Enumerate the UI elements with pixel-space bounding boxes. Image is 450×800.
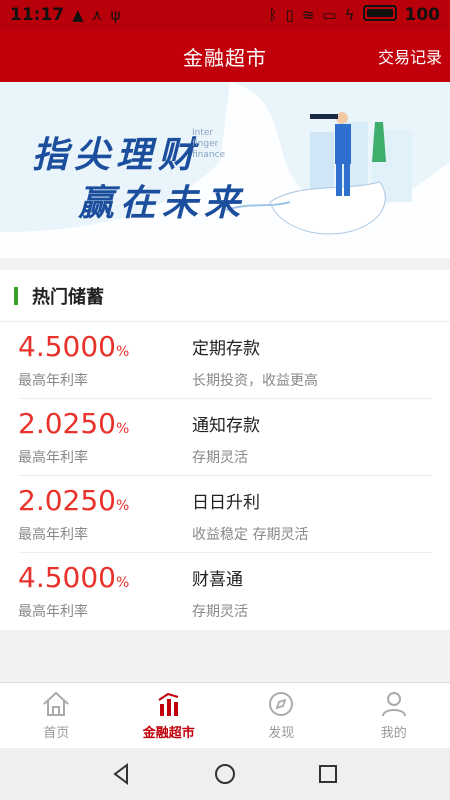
status-time: 11:17 [10,5,65,25]
finance-market-icon [158,692,179,716]
rate-label: 最高年利率 [18,373,88,389]
product-rate: 2.0250% [18,407,129,440]
rate-value: 2.0250 [18,407,116,440]
usb-icon: ψ [110,6,121,24]
rate-unit: % [115,575,130,591]
bluetooth-icon: ᛒ [268,6,278,24]
compass-icon [269,692,294,716]
product-description: 存期灵活 [192,450,248,466]
page-title: 金融超市 [183,45,267,70]
banner-sub-1: Inter [192,128,214,138]
nav-label: 我的 [380,726,407,741]
nav-label: 发现 [268,726,295,741]
battery-level: 100 [404,5,441,25]
section-header: 热门储蓄 [0,270,450,322]
battery-icon [362,4,397,26]
nav-label: 首页 [43,726,70,741]
section-accent-bar [14,286,18,305]
rate-value: 4.5000 [18,330,116,363]
bottom-navigation: 首页 金融超市 发现 我的 [0,682,450,748]
wifi-icon: ≋ [301,6,315,24]
nav-profile[interactable]: 我的 [338,683,450,748]
transaction-records-link[interactable]: 交易记录 [378,44,442,68]
nav-finance-market[interactable]: 金融超市 [113,683,226,748]
system-navigation-bar [0,748,450,800]
banner-headline-2: 赢在未来 [78,183,247,224]
product-rate: 4.5000% [18,561,129,594]
product-name: 日日升利 [192,493,260,513]
signal-icon: ▭ [322,6,337,24]
product-name: 财喜通 [192,570,243,590]
section-title: 热门储蓄 [32,286,104,308]
hot-savings-section: 热门储蓄 4.5000% 最高年利率 定期存款 长期投资，收益更高 2.0250… [0,270,450,630]
nav-label: 金融超市 [142,726,195,741]
banner-sub-3: finance [192,150,226,160]
product-description: 存期灵活 [192,604,248,620]
rate-label: 最高年利率 [18,604,88,620]
rate-value: 2.0250 [18,484,116,517]
product-row[interactable]: 4.5000% 最高年利率 财喜通 存期灵活 [18,553,432,630]
rate-value: 4.5000 [18,561,116,594]
home-button-icon[interactable] [212,761,238,787]
recents-icon[interactable] [315,761,341,787]
rate-label: 最高年利率 [18,527,88,543]
app-header: 金融超市 交易记录 [0,30,450,82]
product-rate: 4.5000% [18,330,129,363]
banner-subtitle: Inter finger finance [192,128,225,161]
product-row[interactable]: 2.0250% 最高年利率 通知存款 存期灵活 [18,399,432,476]
rate-unit: % [115,344,130,360]
promo-banner[interactable]: 指尖理财 赢在未来 Inter finger finance [0,82,450,258]
nav-discover[interactable]: 发现 [225,683,338,748]
product-description: 收益稳定 存期灵活 [192,527,309,543]
product-name: 定期存款 [192,339,260,359]
banner-headline: 指尖理财 [32,135,201,176]
rate-label: 最高年利率 [18,450,88,466]
product-description: 长期投资，收益更高 [192,373,318,389]
product-rate: 2.0250% [18,484,129,517]
product-row[interactable]: 2.0250% 最高年利率 日日升利 收益稳定 存期灵活 [18,476,432,553]
profile-icon [381,692,406,717]
nav-home[interactable]: 首页 [0,683,113,748]
home-icon [43,691,69,716]
warning-icon: ▲ [72,6,84,24]
product-row[interactable]: 4.5000% 最高年利率 定期存款 长期投资，收益更高 [18,322,432,399]
status-bar: 11:17 ▲ ⋏ ψ ᛒ ▯ ≋ ▭ ϟ 100 [0,0,450,30]
product-name: 通知存款 [192,416,260,436]
rate-unit: % [115,498,130,514]
charging-icon: ϟ [344,6,355,24]
back-icon[interactable] [109,761,135,787]
vibrate-icon: ▯ [285,6,294,24]
rate-unit: % [115,421,130,437]
share-icon: ⋏ [91,6,103,24]
banner-sub-2: finger [192,139,219,149]
